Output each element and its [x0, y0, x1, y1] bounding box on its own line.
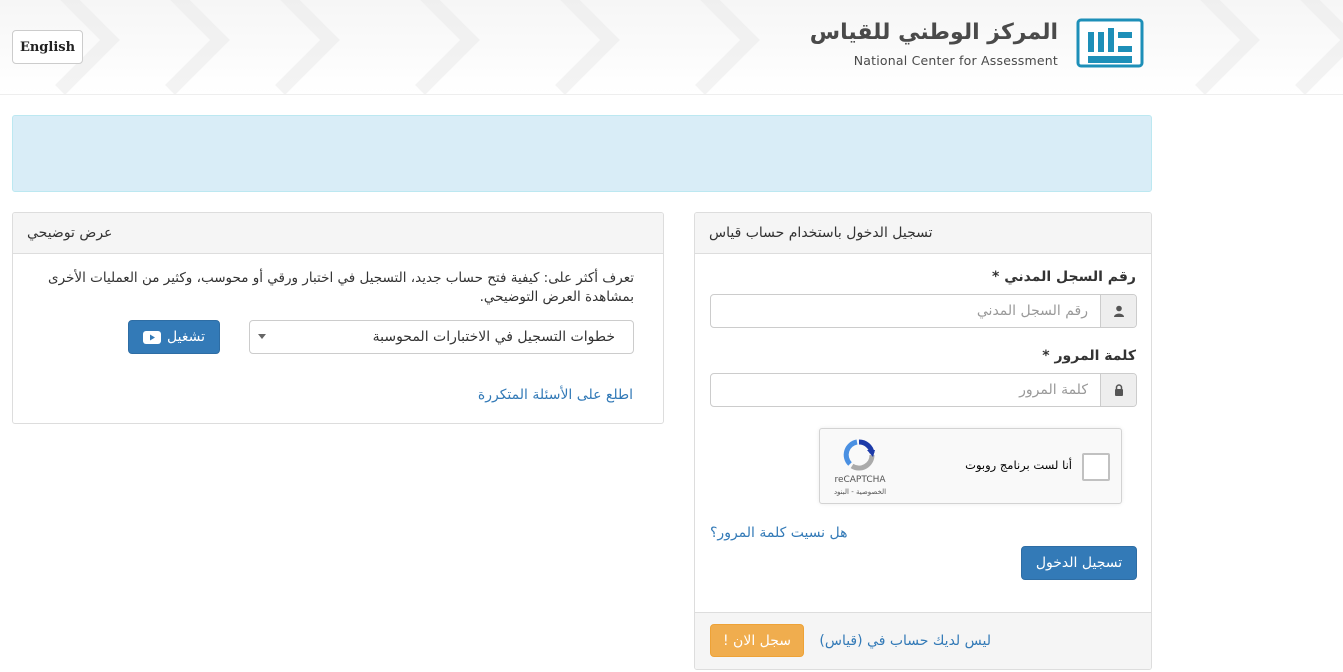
login-panel: تسجيل الدخول باستخدام حساب قياس رقم السج…	[694, 212, 1152, 670]
lock-icon	[1100, 374, 1136, 406]
register-now-button[interactable]: سجل الان !	[710, 624, 804, 657]
recaptcha-widget: أنا لست برنامج روبوت reCAPTCHA الخصوصية …	[819, 428, 1122, 504]
no-account-text: ليس لديك حساب في (قياس)	[819, 633, 991, 649]
logo-title-english: National Center for Assessment	[853, 53, 1058, 68]
demo-selected-option: خطوات التسجيل في الاختبارات المحوسبة	[372, 329, 615, 345]
recaptcha-brand: reCAPTCHA	[834, 475, 886, 485]
national-id-label: رقم السجل المدني *	[992, 269, 1136, 285]
demo-panel: عرض توضيحي تعرف أكثر على: كيفية فتح حساب…	[12, 212, 664, 424]
recaptcha-privacy-terms[interactable]: الخصوصية - البنود	[828, 488, 892, 496]
password-field	[710, 373, 1137, 407]
chevron-down-icon	[258, 334, 266, 339]
faq-link[interactable]: اطلع على الأسئلة المتكررة	[478, 387, 633, 403]
youtube-play-icon	[143, 330, 162, 344]
login-panel-title: تسجيل الدخول باستخدام حساب قياس	[709, 225, 933, 241]
forgot-password-link[interactable]: هل نسيت كلمة المرور؟	[710, 525, 848, 541]
play-demo-button[interactable]: تشغيل	[128, 320, 220, 354]
password-label: كلمة المرور *	[1042, 348, 1136, 364]
user-icon	[1100, 295, 1136, 327]
english-language-button[interactable]: English	[12, 30, 83, 64]
demo-panel-heading: عرض توضيحي	[13, 213, 663, 254]
demo-video-select[interactable]: خطوات التسجيل في الاختبارات المحوسبة	[249, 320, 634, 354]
login-panel-footer: ليس لديك حساب في (قياس) سجل الان !	[695, 612, 1151, 669]
login-panel-heading: تسجيل الدخول باستخدام حساب قياس	[695, 213, 1151, 254]
demo-description: تعرف أكثر على: كيفية فتح حساب جديد، التس…	[48, 270, 634, 305]
info-alert	[12, 115, 1152, 192]
site-header: English المركز الوطني للقياس National Ce…	[0, 0, 1343, 95]
recaptcha-checkbox[interactable]	[1082, 453, 1110, 481]
demo-panel-title: عرض توضيحي	[27, 225, 113, 241]
logo-title-arabic: المركز الوطني للقياس	[809, 20, 1058, 45]
qiyas-logo[interactable]	[1076, 18, 1144, 68]
play-button-label: تشغيل	[167, 329, 205, 345]
password-input[interactable]	[711, 374, 1100, 406]
recaptcha-label: أنا لست برنامج روبوت	[965, 458, 1072, 472]
login-button[interactable]: تسجيل الدخول	[1021, 546, 1137, 580]
national-id-field	[710, 294, 1137, 328]
recaptcha-icon	[843, 439, 875, 471]
national-id-input[interactable]	[711, 295, 1100, 327]
